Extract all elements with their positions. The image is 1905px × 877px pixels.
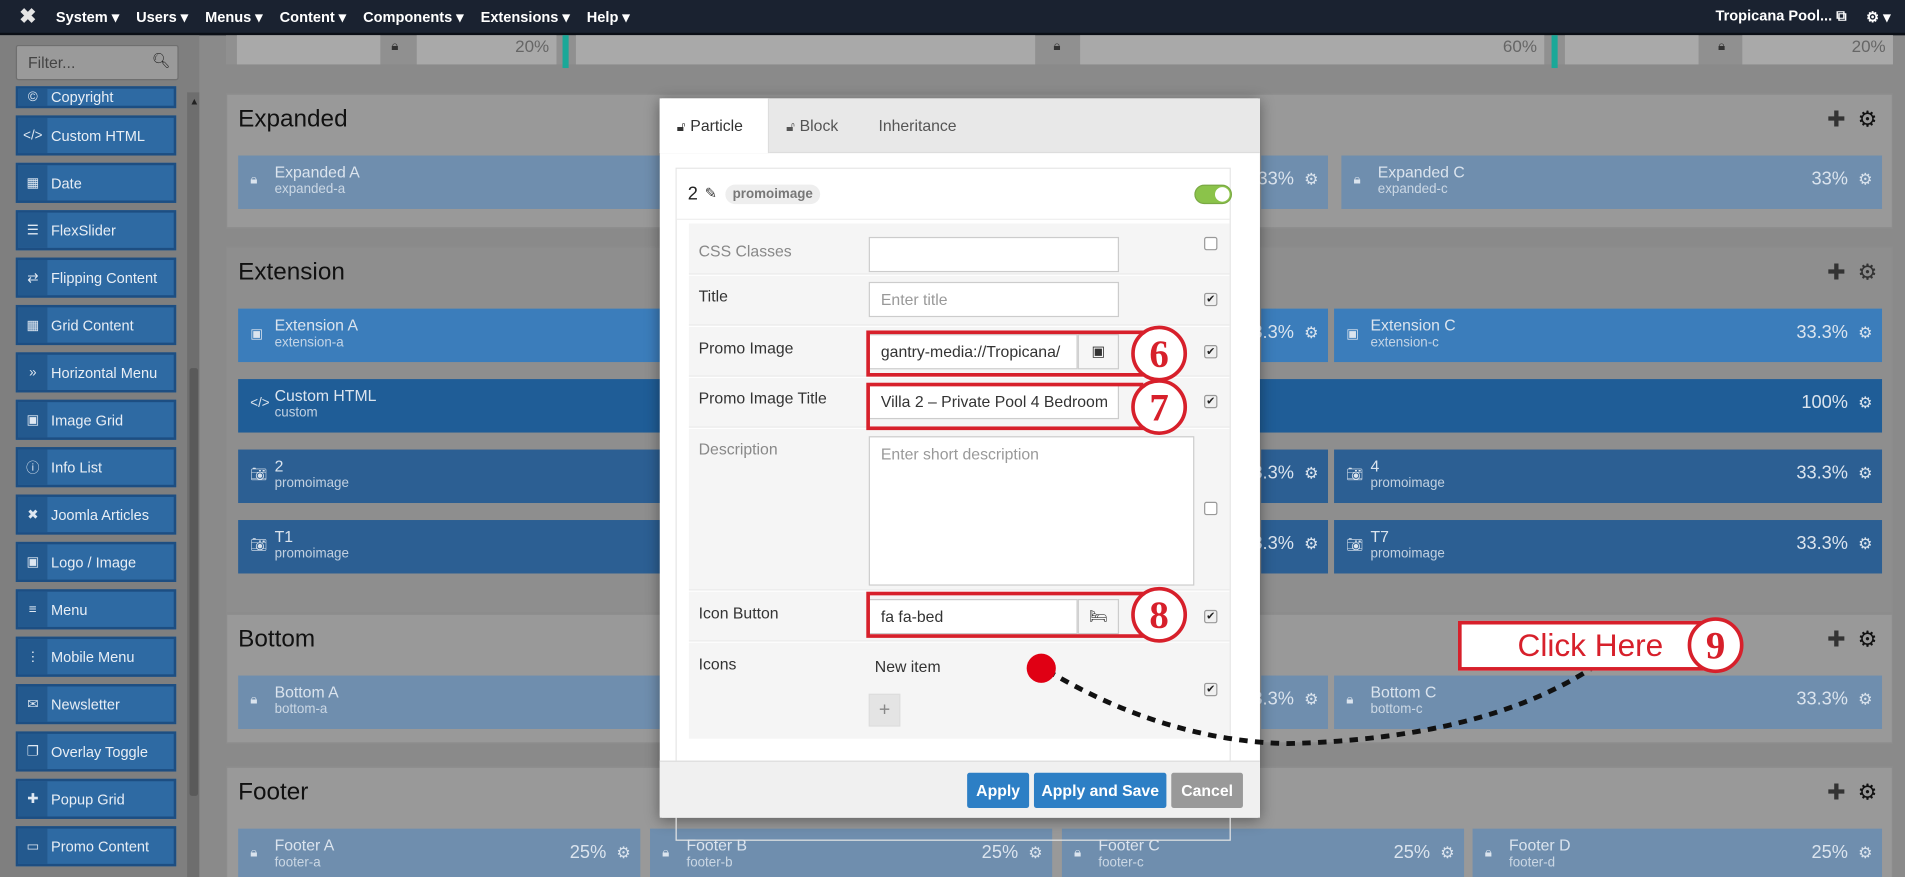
click-here-arrow <box>1046 666 1593 747</box>
click-here-callout: Click Here <box>1458 620 1706 671</box>
click-here-text: Click Here <box>1517 626 1664 664</box>
click-target-dot <box>1026 653 1056 683</box>
step-9-badge: 9 <box>1687 617 1744 674</box>
